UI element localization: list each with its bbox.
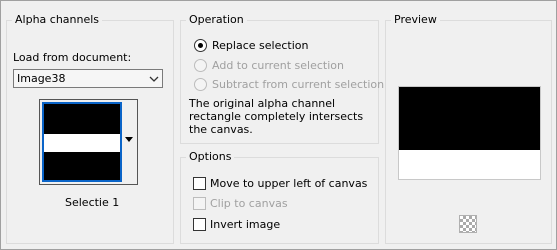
- transparency-checker-icon[interactable]: [459, 215, 477, 233]
- checkbox[interactable]: [193, 197, 206, 210]
- radio-button[interactable]: [194, 59, 207, 72]
- alpha-channel-name: Selectie 1: [65, 196, 120, 209]
- alpha-channel-picker[interactable]: [39, 99, 138, 185]
- preview-image: [398, 86, 541, 180]
- dialog-body: Alpha channels Load from document: Image…: [0, 0, 557, 250]
- alpha-channel-thumbnail: [42, 102, 122, 182]
- document-select-value: Image38: [17, 72, 66, 85]
- preview-title: Preview: [391, 13, 440, 27]
- operation-description: The original alpha channel rectangle com…: [189, 97, 364, 136]
- checkbox[interactable]: [193, 218, 206, 231]
- document-select[interactable]: Image38: [13, 69, 163, 88]
- load-from-document-label: Load from document:: [13, 51, 132, 64]
- dropdown-arrow-icon: [125, 137, 133, 142]
- checkbox[interactable]: [193, 177, 206, 190]
- chevron-down-icon: [149, 76, 159, 82]
- radio-button[interactable]: [194, 39, 207, 52]
- alpha-channels-title: Alpha channels: [12, 13, 103, 27]
- radio-button[interactable]: [194, 78, 207, 91]
- operation-title: Operation: [186, 13, 247, 27]
- options-title: Options: [186, 150, 235, 164]
